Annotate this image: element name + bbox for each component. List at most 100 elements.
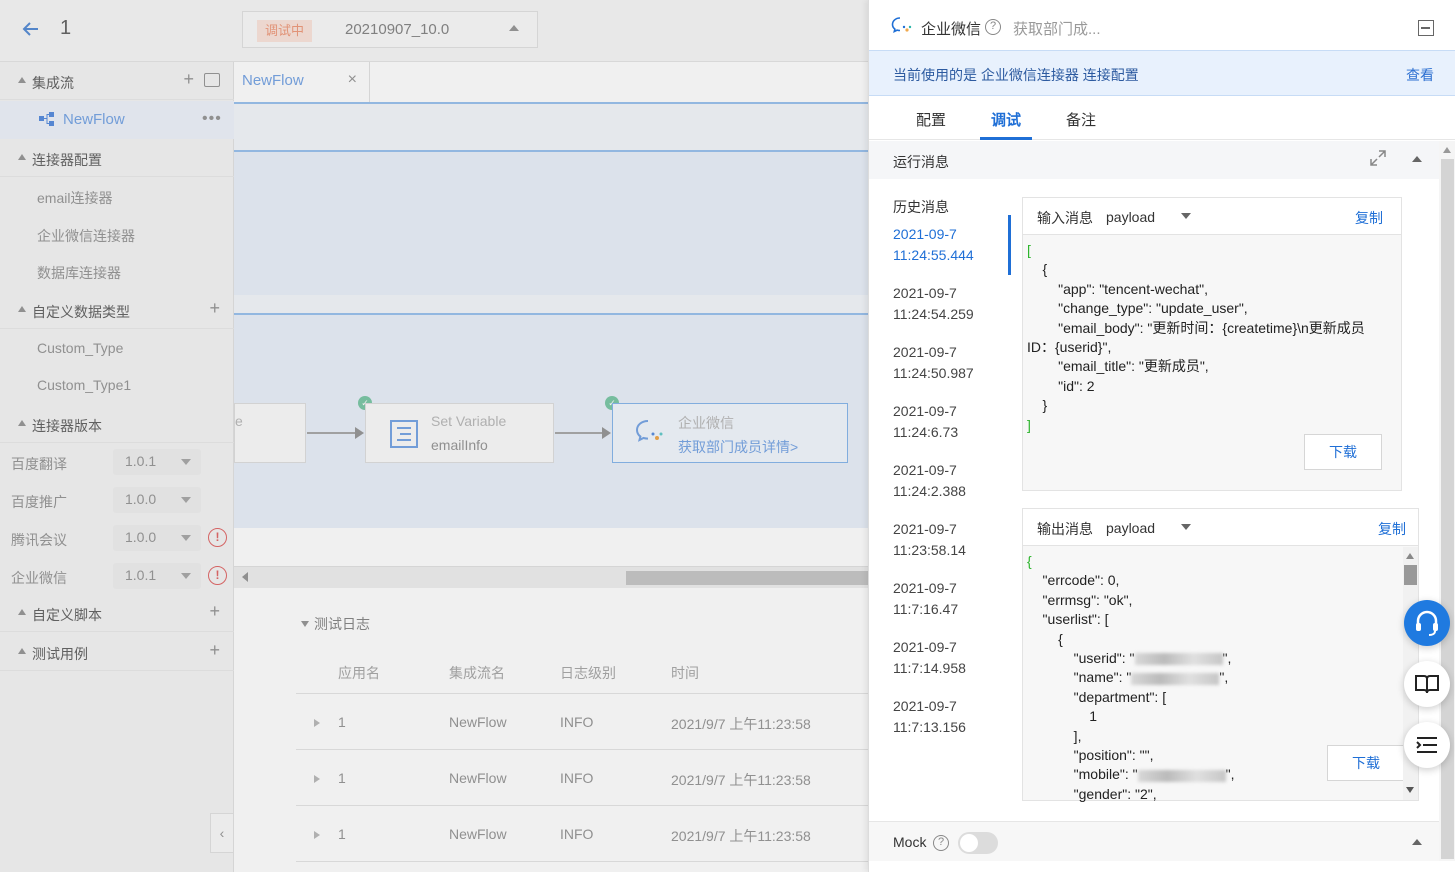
expand-icon[interactable] [1369,149,1387,167]
cell-level: INFO [560,770,594,786]
arrow-left-icon[interactable] [242,572,248,582]
version-select[interactable]: 1.0.0 [113,487,201,513]
history-item[interactable]: 2021-09-7 11:24:55.444 [893,224,1003,266]
flow-node-wechat[interactable]: 企业微信 获取部门成员详情> [612,403,848,463]
docs-button[interactable] [1404,661,1450,707]
copy-button[interactable]: 复制 [1355,208,1383,228]
message-type-select[interactable]: payload [1106,209,1155,225]
history-date: 2021-09-7 [893,285,957,301]
section-label: 连接器版本 [32,418,102,434]
plus-icon[interactable]: + [209,640,220,661]
history-time: 11:7:13.156 [893,719,966,735]
mock-toggle[interactable] [958,832,998,854]
history-item[interactable]: 2021-09-7 11:24:2.388 [893,460,1003,502]
wechat-work-icon [891,17,912,33]
caret-down-icon[interactable] [1181,524,1191,530]
collapse-icon[interactable] [1412,839,1422,845]
folder-icon[interactable] [204,73,220,87]
support-button[interactable] [1404,600,1450,646]
expand-icon[interactable] [314,831,320,839]
horizontal-scrollbar[interactable] [234,566,868,588]
sidebar-item-custom-type[interactable]: Custom_Type [37,340,123,356]
history-item[interactable]: 2021-09-7 11:7:16.47 [893,578,1003,620]
history-item[interactable]: 2021-09-7 11:23:58.14 [893,519,1003,561]
sidebar-section-custom-types[interactable]: 自定义数据类型 + [0,291,234,329]
tab-config[interactable]: 配置 [916,109,946,130]
cell-flow: NewFlow [449,826,507,842]
node-subtitle[interactable]: 获取部门成员详情> [678,437,798,457]
expand-icon[interactable] [314,775,320,783]
sidebar-section-custom-scripts[interactable]: 自定义脚本 + [0,594,234,632]
outline-button[interactable] [1404,722,1450,768]
history-time: 11:24:54.259 [893,306,974,322]
book-icon [1415,675,1439,694]
back-arrow-icon[interactable] [20,18,42,40]
table-row[interactable]: 1 NewFlow INFO 2021/9/7 上午11:23:58 [296,750,868,806]
top-bar: 1 调试中 20210907_10.0 [0,0,868,62]
history-item[interactable]: 2021-09-7 11:7:14.958 [893,637,1003,679]
history-title: 历史消息 [893,199,949,215]
caret-down-icon[interactable] [1181,213,1191,219]
minimize-icon[interactable] [1418,20,1434,36]
arrow-up-icon[interactable] [1443,147,1451,153]
plus-icon[interactable]: + [209,298,220,319]
arrow-icon [602,427,611,439]
history-item[interactable]: 2021-09-7 11:24:6.73 [893,401,1003,443]
collapse-icon[interactable] [1412,156,1422,162]
help-icon[interactable]: ? [985,19,1001,35]
table-row[interactable]: 1 NewFlow INFO 2021/9/7 上午11:23:58 [296,694,868,750]
message-type-select[interactable]: payload [1106,520,1155,536]
version-label: 20210907_10.0 [345,21,450,38]
warning-icon[interactable]: ! [208,566,227,585]
view-link[interactable]: 查看 [1406,65,1434,85]
code-line: "mobile": " ", [1027,766,1235,783]
expand-icon[interactable] [314,719,320,727]
warning-icon[interactable]: ! [208,528,227,547]
sidebar-item-email-connector[interactable]: email连接器 [37,188,112,208]
wechat-work-icon [635,420,663,442]
sidebar-section-connector-versions[interactable]: 连接器版本 [0,405,234,443]
active-history-indicator [1008,215,1011,275]
download-button[interactable]: 下载 [1304,434,1382,470]
tab-debug[interactable]: 调试 [991,109,1021,130]
list-icon [390,420,418,448]
flow-node-partial[interactable]: e [234,403,306,463]
connector-name: 百度推广 [11,494,67,510]
history-item[interactable]: 2021-09-7 11:24:54.259 [893,283,1003,325]
more-icon[interactable]: ••• [202,110,222,128]
download-button[interactable]: 下载 [1327,745,1405,781]
version-select[interactable]: 1.0.1 [113,449,201,475]
triangle-down-icon[interactable] [301,621,309,627]
history-item[interactable]: 2021-09-7 11:24:50.987 [893,342,1003,384]
sidebar-section-integration-flow[interactable]: 集成流 + [0,62,234,100]
run-messages-header[interactable]: 运行消息 [869,141,1439,179]
version-select[interactable]: 1.0.0 [113,525,201,551]
sidebar-item-db-connector[interactable]: 数据库连接器 [37,263,121,283]
plus-icon[interactable]: + [183,69,194,90]
triangle-up-icon [18,306,26,312]
cell-time: 2021/9/7 上午11:23:58 [671,828,811,844]
history-item[interactable]: 2021-09-7 11:7:13.156 [893,696,1003,738]
collapse-sidebar-button[interactable]: ‹ [210,813,234,853]
help-icon[interactable]: ? [933,835,949,851]
column-header: 集成流名 [449,665,505,681]
history-date: 2021-09-7 [893,639,957,655]
sidebar-item-custom-type1[interactable]: Custom_Type1 [37,377,131,393]
copy-button[interactable]: 复制 [1378,519,1406,539]
version-select[interactable]: 1.0.1 [113,563,201,589]
plus-icon[interactable]: + [209,601,220,622]
tab-newflow[interactable]: NewFlow × [234,62,370,102]
sidebar-section-test-cases[interactable]: 测试用例 + [0,633,234,671]
table-row[interactable]: 1 NewFlow INFO 2021/9/7 上午11:23:58 [296,806,868,862]
sidebar-item-wechat-connector[interactable]: 企业微信连接器 [37,226,135,246]
close-icon[interactable]: × [348,71,357,89]
history-date: 2021-09-7 [893,403,957,419]
flow-node-set-variable[interactable]: Set Variable emailInfo [365,403,554,463]
sidebar-section-connector-config[interactable]: 连接器配置 [0,139,234,177]
tab-notes[interactable]: 备注 [1066,109,1096,130]
version-value: 1.0.1 [125,567,157,583]
code-line: "name": " ", [1027,669,1229,686]
version-select[interactable]: 调试中 20210907_10.0 [242,11,538,48]
history-time: 11:7:14.958 [893,660,966,676]
scrollbar-thumb[interactable] [626,571,868,585]
